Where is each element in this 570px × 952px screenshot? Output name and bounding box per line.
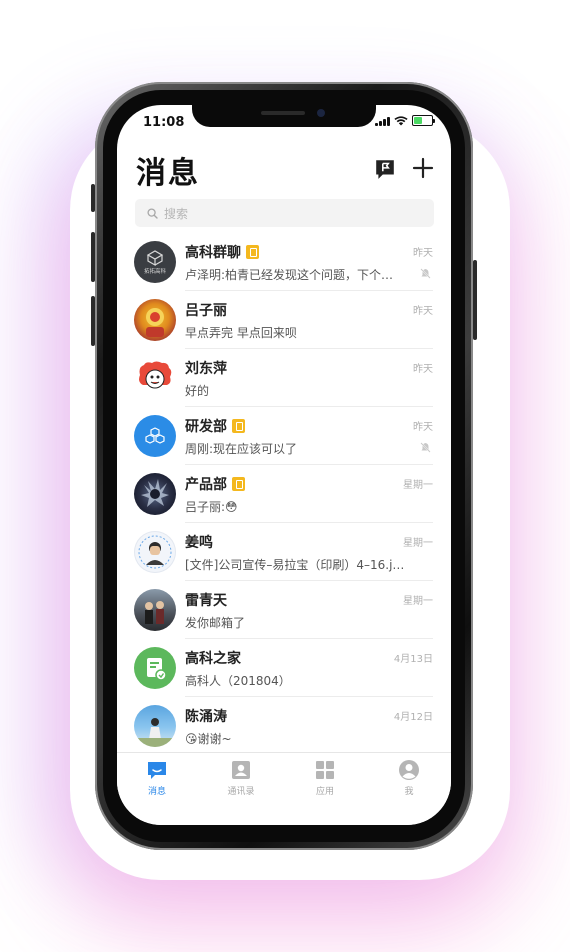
power-button (473, 260, 477, 340)
avatar (134, 705, 176, 747)
tab-apps[interactable]: 应用 (295, 759, 355, 797)
doc-badge-icon (246, 245, 259, 259)
conversation-time: 昨天 (413, 364, 433, 375)
conversation-preview: 周刚:现在应该可以了 (185, 442, 298, 456)
conversation-preview: 吕子丽:😳 (185, 500, 238, 514)
conversation-name: 陈涌涛 (185, 709, 227, 725)
conversation-preview: [文件]公司宣传–易拉宝（印刷）4–16.jpg (185, 558, 405, 572)
flag-message-icon[interactable] (374, 158, 396, 180)
conversation-row[interactable]: 研发部 周刚:现在应该可以了 昨天 (117, 407, 451, 465)
conversation-name: 姜鸣 (185, 535, 213, 551)
avatar (134, 415, 176, 457)
avatar (134, 299, 176, 341)
phone-screen: 11:08 消息 搜索 拓拓高科 高科群聊 卢泽明:柏青已经发现这个问题，下个版… (117, 105, 451, 825)
avatar: 拓拓高科 (134, 241, 176, 283)
tab-label: 消息 (147, 787, 166, 797)
mute-switch (91, 184, 95, 212)
avatar (134, 531, 176, 573)
plus-icon[interactable] (412, 157, 434, 179)
tab-label: 我 (404, 787, 414, 797)
conversation-list: 拓拓高科 高科群聊 卢泽明:柏青已经发现这个问题，下个版本会修复 昨天 (117, 233, 451, 755)
volume-down-button (91, 296, 95, 346)
conversation-time: 昨天 (413, 422, 433, 433)
avatar (134, 473, 176, 515)
conversation-row[interactable]: 产品部 吕子丽:😳 星期一 (117, 465, 451, 523)
conversation-time: 昨天 (413, 306, 433, 317)
conversation-preview: 发你邮箱了 (185, 616, 246, 630)
conversation-time: 星期一 (403, 480, 433, 491)
conversation-time: 星期一 (403, 596, 433, 607)
page-title: 消息 (136, 156, 200, 191)
conversation-name: 高科群聊 (185, 242, 259, 262)
conversation-preview: 好的 (185, 384, 210, 398)
search-input[interactable]: 搜索 (135, 199, 434, 227)
conversation-time: 4月12日 (393, 712, 433, 723)
conversation-name: 刘东萍 (185, 361, 227, 377)
volume-up-button (91, 232, 95, 282)
conversation-name: 产品部 (185, 474, 245, 494)
doc-badge-icon (232, 419, 245, 433)
tab-label: 通讯录 (227, 787, 255, 797)
status-icons (375, 115, 435, 126)
conversation-row[interactable]: 刘东萍 好的 昨天 (117, 349, 451, 407)
tab-bar: 消息 通讯录 应用 我 (117, 752, 451, 825)
conversation-preview: 卢泽明:柏青已经发现这个问题，下个版本会修复 (185, 268, 405, 282)
apps-grid-icon (316, 761, 334, 779)
conversation-row[interactable]: 雷青天 发你邮箱了 星期一 (117, 581, 451, 639)
conversation-row[interactable]: 拓拓高科 高科群聊 卢泽明:柏青已经发现这个问题，下个版本会修复 昨天 (117, 233, 451, 291)
avatar (134, 357, 176, 399)
conversation-name: 吕子丽 (185, 303, 227, 319)
conversation-preview: 高科人（201804） (185, 674, 291, 688)
conversation-name: 高科之家 (185, 651, 241, 667)
chat-bubble-icon (148, 762, 166, 779)
tab-contacts[interactable]: 通讯录 (211, 759, 271, 797)
tab-me[interactable]: 我 (379, 759, 439, 797)
user-icon (399, 760, 419, 780)
conversation-row[interactable]: 姜鸣 [文件]公司宣传–易拉宝（印刷）4–16.jpg 星期一 (117, 523, 451, 581)
mute-bell-icon (420, 268, 431, 279)
conversation-preview: 早点弄完 早点回来呗 (185, 326, 297, 340)
tab-messages[interactable]: 消息 (127, 759, 187, 797)
avatar (134, 589, 176, 631)
battery-icon (412, 115, 435, 126)
wifi-icon (394, 115, 408, 125)
tab-label: 应用 (315, 787, 334, 797)
conversation-row[interactable]: 高科之家 高科人（201804） 4月13日 (117, 639, 451, 697)
contacts-icon (232, 761, 250, 779)
doc-badge-icon (232, 477, 245, 491)
conversation-row[interactable]: 陈涌涛 😘谢谢~ 4月12日 (117, 697, 451, 755)
avatar-logo-text: 拓拓高科 (144, 267, 167, 275)
signal-icon (375, 116, 390, 126)
notch (192, 105, 376, 127)
search-placeholder: 搜索 (164, 206, 189, 221)
status-time: 11:08 (143, 115, 185, 130)
conversation-time: 昨天 (413, 248, 433, 259)
conversation-name: 研发部 (185, 416, 245, 436)
search-icon (147, 207, 158, 219)
conversation-row[interactable]: 吕子丽 早点弄完 早点回来呗 昨天 (117, 291, 451, 349)
conversation-time: 星期一 (403, 538, 433, 549)
avatar (134, 647, 176, 689)
conversation-time: 4月13日 (393, 654, 433, 665)
conversation-name: 雷青天 (185, 593, 227, 609)
mute-bell-icon (420, 442, 431, 453)
conversation-preview: 😘谢谢~ (185, 732, 232, 746)
